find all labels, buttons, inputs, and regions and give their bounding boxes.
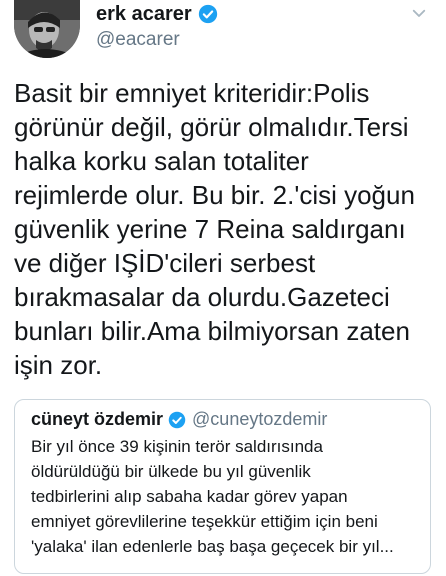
quoted-author-handle: @cuneytozdemir: [192, 409, 328, 429]
quoted-tweet[interactable]: cüneyt özdemir @cuneytozdemir Bir yıl ön…: [14, 399, 431, 574]
verified-badge-icon: [168, 411, 186, 428]
quoted-tweet-text: Bir yıl önce 39 kişinin terör saldırısın…: [31, 437, 394, 556]
chevron-down-icon[interactable]: [410, 4, 428, 22]
tweet-author[interactable]: erk acarer @eacarer: [96, 2, 218, 52]
avatar-photo: [14, 0, 80, 58]
tweet-text: Basit bir emniyet kriteridir:Polis görün…: [14, 78, 415, 380]
author-display-name[interactable]: erk acarer: [96, 2, 192, 26]
quoted-author-display-name: cüneyt özdemir: [31, 409, 164, 429]
author-handle[interactable]: @eacarer: [96, 28, 218, 52]
verified-badge-icon: [198, 4, 217, 24]
avatar[interactable]: [14, 0, 80, 58]
